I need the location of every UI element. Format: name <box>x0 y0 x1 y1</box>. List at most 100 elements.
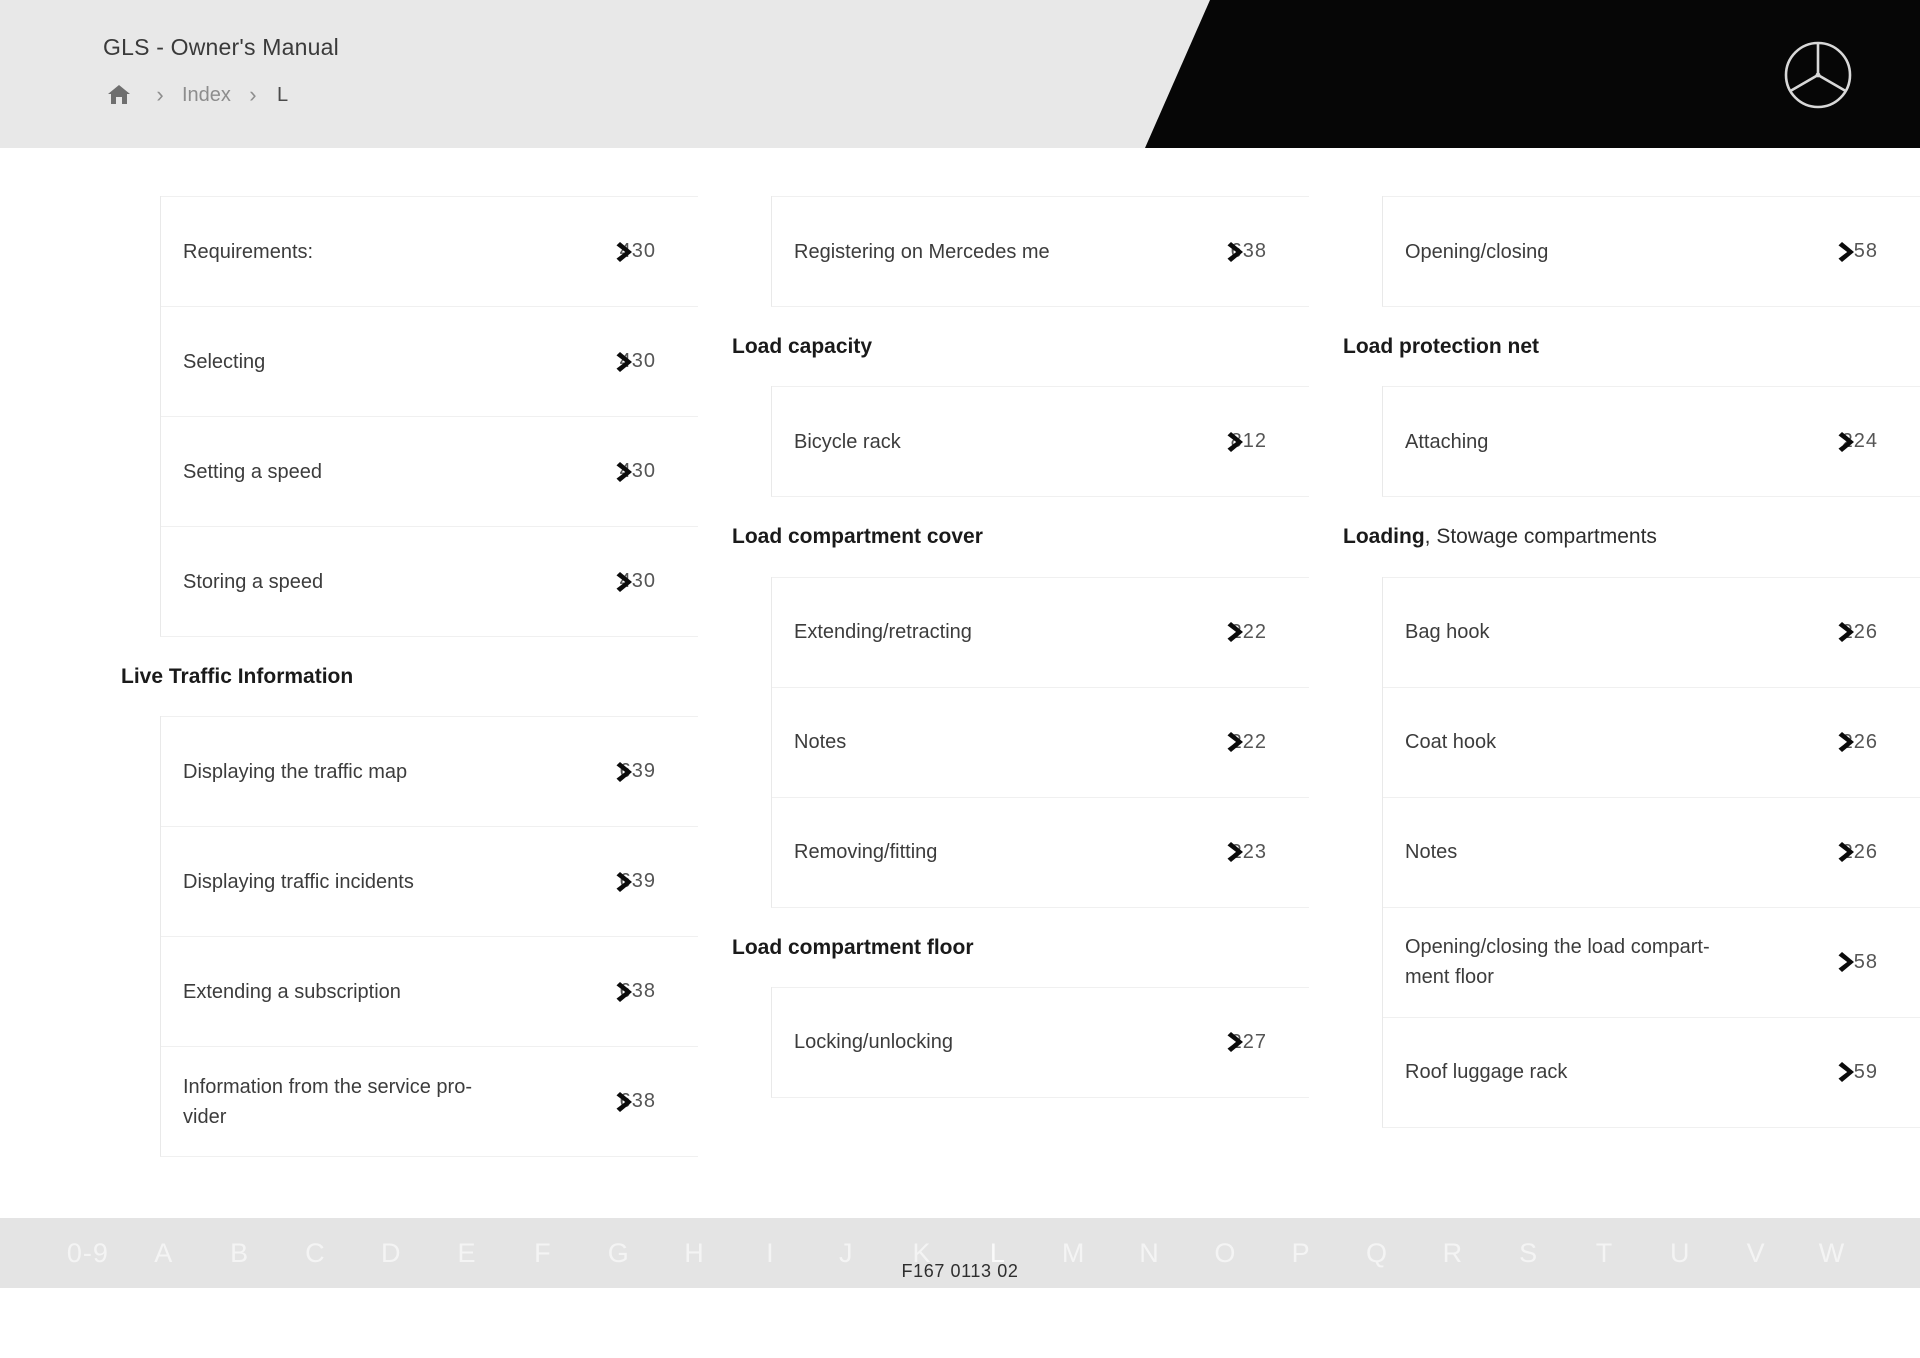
index-entry-page-ref[interactable]: 638 <box>596 1090 656 1113</box>
index-entry-page-ref[interactable]: 430 <box>596 460 656 483</box>
index-entry-row[interactable]: Roof luggage rack 59 <box>1383 1016 1920 1127</box>
alphabet-item-r[interactable]: R <box>1415 1238 1491 1269</box>
alphabet-item-i[interactable]: I <box>732 1238 808 1269</box>
index-entry-page-ref[interactable]: 222 <box>1207 731 1267 754</box>
alphabet-item-n[interactable]: N <box>1112 1238 1188 1269</box>
page-arrow-icon <box>615 869 637 895</box>
index-entry-row[interactable]: Locking/unlocking 227 <box>772 986 1309 1097</box>
alphabet-item-d[interactable]: D <box>353 1238 429 1269</box>
index-entry-row[interactable]: Attaching 224 <box>1383 386 1920 496</box>
page-arrow-icon <box>615 1089 637 1115</box>
index-entry-row[interactable]: Bicycle rack 812 <box>772 386 1309 496</box>
index-entry-page-ref[interactable]: 639 <box>596 760 656 783</box>
alphabet-item-09[interactable]: 0-9 <box>50 1238 126 1269</box>
index-entry-row[interactable]: Bag hook 226 <box>1383 576 1920 687</box>
page-arrow-icon <box>1226 729 1248 755</box>
breadcrumb-separator-1: › <box>156 82 164 107</box>
index-entry-page-ref[interactable]: 224 <box>1818 430 1878 453</box>
index-entry-row[interactable]: Extending a subscription 638 <box>161 936 698 1046</box>
index-entry-page-ref[interactable]: 812 <box>1207 430 1267 453</box>
index-entry-row[interactable]: Displaying traffic incidents 639 <box>161 826 698 936</box>
index-entry-row[interactable]: Storing a speed 430 <box>161 526 698 636</box>
index-entry-label: Bag hook <box>1405 621 1490 644</box>
alphabet-item-b[interactable]: B <box>202 1238 278 1269</box>
heading-bold-part: Live Traffic Information <box>121 665 354 688</box>
alphabet-item-o[interactable]: O <box>1187 1238 1263 1269</box>
index-entry-label: Storing a speed <box>183 570 324 593</box>
alphabet-item-g[interactable]: G <box>581 1238 657 1269</box>
alphabet-item-m[interactable]: M <box>1036 1238 1112 1269</box>
breadcrumb-item-current: L <box>276 83 289 106</box>
index-column-3: Opening/closing 58 Load protection net Atta… <box>1324 148 1920 1157</box>
home-icon[interactable] <box>100 83 138 107</box>
index-entry-page-ref[interactable]: 430 <box>596 570 656 593</box>
index-entry-label: Displaying the traffic map <box>183 760 408 783</box>
alphabet-item-p[interactable]: P <box>1263 1238 1339 1269</box>
heading-bold-part: Load capacity <box>732 335 873 358</box>
index-entry-page-ref[interactable]: 58 <box>1818 240 1878 263</box>
heading-light-part: , Stowage compartments <box>1424 525 1657 549</box>
index-entry-label: Opening/closing the load compart-ment fl… <box>1405 936 1710 989</box>
index-entry-row[interactable]: Opening/closing the load compart-ment fl… <box>1383 906 1920 1017</box>
index-section-heading: Load compartment cover <box>713 497 1309 577</box>
index-entry-page-ref[interactable]: 59 <box>1818 1061 1878 1084</box>
page-arrow-icon <box>1226 1029 1248 1055</box>
breadcrumb-item-index[interactable]: Index <box>182 84 231 107</box>
index-entry-label: Requirements: <box>183 240 314 263</box>
page-arrow-icon <box>615 459 637 485</box>
index-entry-page-ref[interactable]: 638 <box>1207 240 1267 263</box>
index-entry-page-ref[interactable]: 58 <box>1818 951 1878 974</box>
index-entry-page-ref[interactable]: 223 <box>1207 841 1267 864</box>
page-arrow-icon <box>1226 429 1248 455</box>
alphabet-item-t[interactable]: T <box>1567 1238 1643 1269</box>
page-arrow-icon <box>615 239 637 265</box>
index-entry-page-ref[interactable]: 227 <box>1207 1031 1267 1054</box>
alphabet-item-s[interactable]: S <box>1491 1238 1567 1269</box>
index-entry-row[interactable]: Notes 226 <box>1383 796 1920 907</box>
index-entry-page-ref[interactable]: 430 <box>596 350 656 373</box>
index-entry-page-ref[interactable]: 226 <box>1818 731 1878 754</box>
alphabet-item-q[interactable]: Q <box>1339 1238 1415 1269</box>
alphabet-item-c[interactable]: C <box>277 1238 353 1269</box>
index-entry-row[interactable]: Coat hook 226 <box>1383 686 1920 797</box>
page-arrow-icon <box>1837 429 1859 455</box>
page-header: GLS - Owner's Manual › Index › L <box>0 0 1920 148</box>
index-entry-row[interactable]: Removing/fitting 223 <box>772 796 1309 907</box>
index-entry-group: Extending/retracting 222 Notes 222 Removing/… <box>771 576 1309 908</box>
index-entry-label: Roof luggage rack <box>1405 1061 1568 1084</box>
index-entry-label: Locking/unlocking <box>794 1031 953 1054</box>
alphabet-item-v[interactable]: V <box>1718 1238 1794 1269</box>
index-entry-row[interactable]: Registering on Mercedes me 638 <box>772 196 1309 306</box>
page-arrow-icon <box>615 349 637 375</box>
index-entry-group: Attaching 224 <box>1382 386 1920 498</box>
index-entry-page-ref[interactable]: 226 <box>1818 841 1878 864</box>
heading-bold-part: Loading <box>1343 525 1425 549</box>
alphabet-item-w[interactable]: W <box>1794 1238 1870 1269</box>
index-entry-page-ref[interactable]: 639 <box>596 870 656 893</box>
alphabet-item-e[interactable]: E <box>429 1238 505 1269</box>
alphabet-item-f[interactable]: F <box>505 1238 581 1269</box>
index-entry-row[interactable]: Displaying the traffic map 639 <box>161 716 698 826</box>
alphabet-item-u[interactable]: U <box>1642 1238 1718 1269</box>
index-entry-row[interactable]: Notes 222 <box>772 686 1309 797</box>
alphabet-item-j[interactable]: J <box>808 1238 884 1269</box>
index-entry-row[interactable]: Extending/retracting 222 <box>772 576 1309 687</box>
index-entry-page-ref[interactable]: 222 <box>1207 621 1267 644</box>
index-entry-page-ref[interactable]: 430 <box>596 240 656 263</box>
index-entry-row[interactable]: Requirements: 430 <box>161 196 698 306</box>
page-arrow-icon <box>1226 619 1248 645</box>
breadcrumb-separator-2: › <box>249 82 257 107</box>
index-entry-label: Selecting <box>183 350 266 373</box>
index-section-heading: Live Traffic Information <box>102 637 698 717</box>
index-entry-page-ref[interactable]: 638 <box>596 980 656 1003</box>
index-entry-row[interactable]: Opening/closing 58 <box>1383 196 1920 306</box>
index-entry-label: Coat hook <box>1405 731 1497 754</box>
index-entry-page-ref[interactable]: 226 <box>1818 621 1878 644</box>
alphabet-item-a[interactable]: A <box>126 1238 202 1269</box>
index-entry-row[interactable]: Setting a speed 430 <box>161 416 698 526</box>
index-entry-row[interactable]: Information from the service pro-vider 63… <box>161 1046 698 1156</box>
index-entry-row[interactable]: Selecting 430 <box>161 306 698 416</box>
alphabet-item-h[interactable]: H <box>657 1238 733 1269</box>
mercedes-benz-star-logo <box>1783 40 1853 110</box>
index-entry-label: Extending a subscription <box>183 980 401 1003</box>
